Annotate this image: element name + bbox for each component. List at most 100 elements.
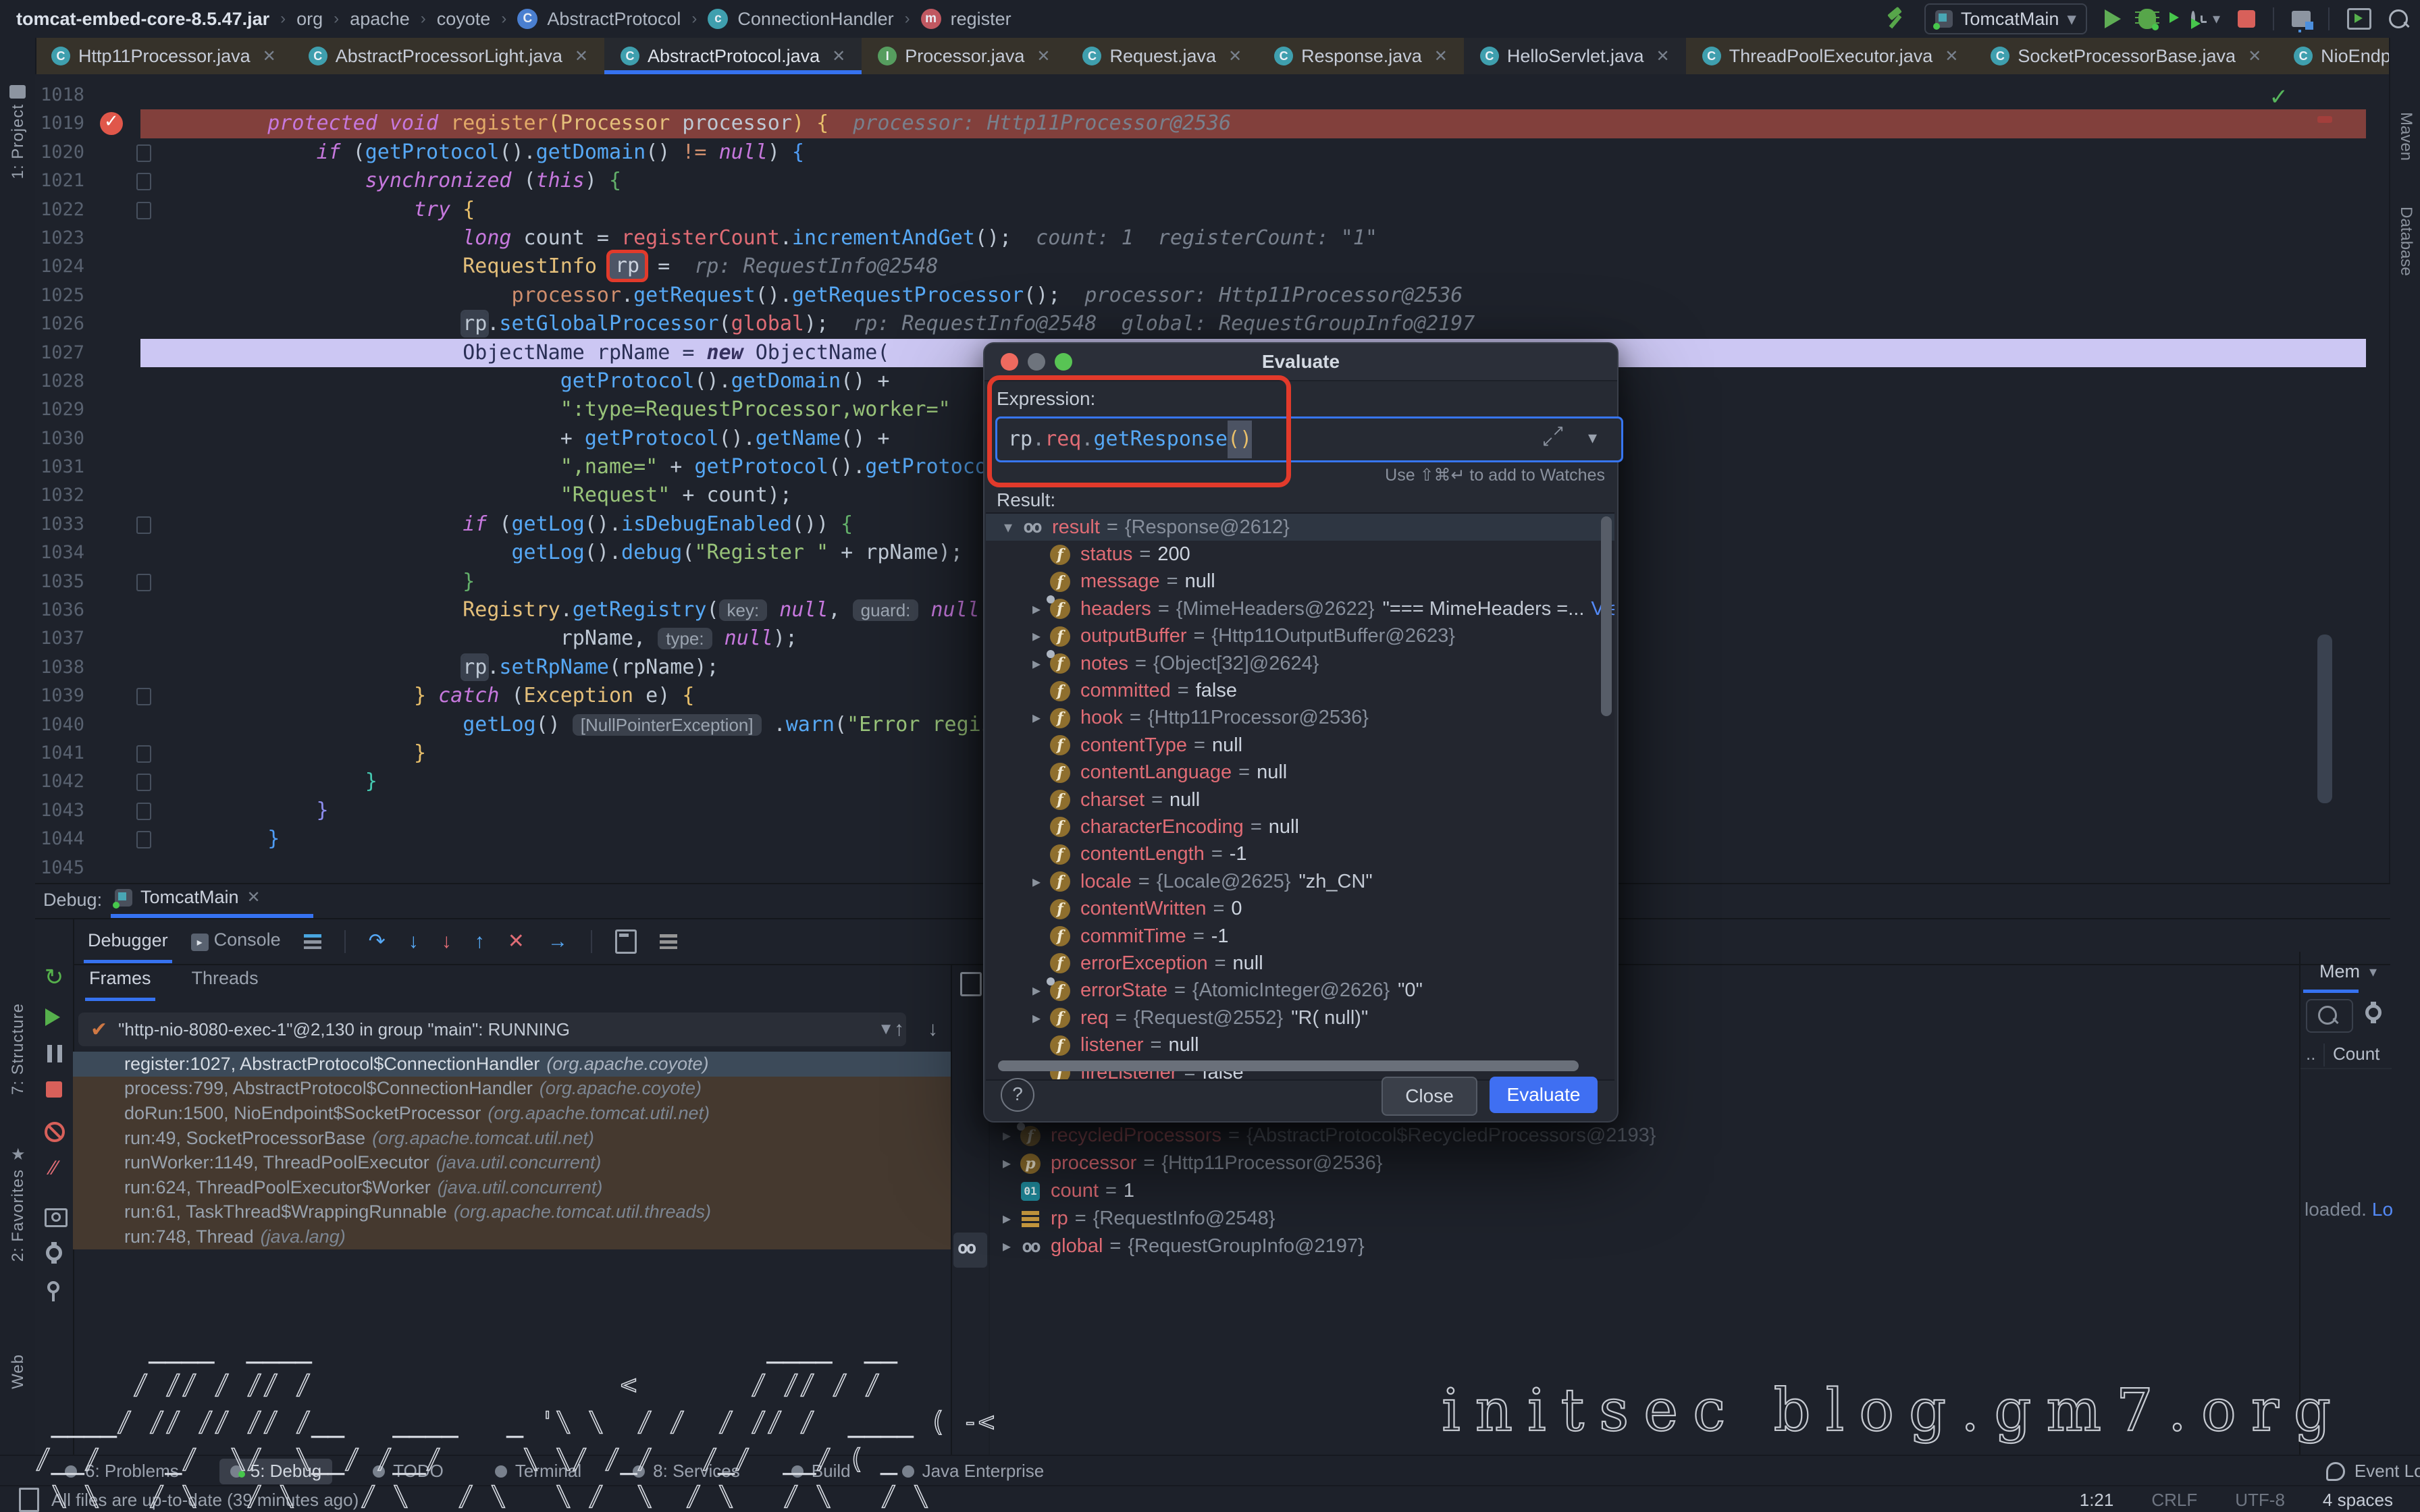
thread-selector[interactable]: ✔ "http-nio-8080-exec-1"@2,130 in group …: [78, 1013, 906, 1046]
line-number[interactable]: 1028: [41, 367, 108, 396]
expand-chevron-icon[interactable]: ▸: [1024, 1008, 1049, 1028]
tab-http11processor-java[interactable]: CHttp11Processor.java✕: [35, 38, 292, 74]
tree-row-outputBuffer[interactable]: ▸outputBuffer={Http11OutputBuffer@2623}: [986, 623, 1614, 650]
code-line-1019[interactable]: 1019 protected void register(Processor p…: [35, 109, 2366, 138]
line-number[interactable]: 1021: [41, 167, 108, 195]
line-number[interactable]: 1024: [41, 252, 108, 281]
layout-settings-icon[interactable]: [304, 934, 321, 949]
line-number[interactable]: 1042: [41, 767, 108, 796]
tab-abstractprotocol-java[interactable]: CAbstractProtocol.java✕: [604, 38, 862, 74]
line-number[interactable]: 1032: [41, 481, 108, 510]
line-number[interactable]: 1035: [41, 568, 108, 596]
tree-row-status[interactable]: status=200: [986, 541, 1614, 568]
sidebar-item-project[interactable]: 1: Project: [9, 104, 28, 179]
line-number[interactable]: 1020: [41, 138, 108, 167]
mute-breakpoints-icon[interactable]: [45, 1122, 65, 1142]
column-count[interactable]: Count: [2333, 1044, 2379, 1064]
close-icon[interactable]: ✕: [2248, 47, 2261, 66]
step-out-icon[interactable]: ↑: [475, 932, 485, 952]
breadcrumb-item[interactable]: ConnectionHandler: [737, 9, 893, 30]
watches-toggle-icon[interactable]: oo: [957, 1238, 974, 1258]
profiler-dropdown-icon[interactable]: ▾: [2213, 10, 2220, 28]
tree-row-listener[interactable]: listener=null: [986, 1031, 1614, 1058]
debug-settings-gear-icon[interactable]: [46, 1245, 62, 1261]
project-structure-icon[interactable]: [2292, 11, 2311, 27]
tree-row-contentType[interactable]: contentType=null: [986, 732, 1614, 759]
breadcrumb-item[interactable]: org: [296, 9, 323, 30]
stack-frame-row[interactable]: register:1027, AbstractProtocol$Connecti…: [73, 1052, 951, 1077]
tree-row-contentLength[interactable]: contentLength=-1: [986, 841, 1614, 868]
stack-frame-row[interactable]: run:49, SocketProcessorBase(org.apache.t…: [73, 1126, 951, 1151]
expand-chevron-icon[interactable]: ▸: [1024, 654, 1049, 674]
code-line-1026[interactable]: 1026 rp.setGlobalProcessor(global); rp: …: [35, 310, 2366, 338]
stack-frame-row[interactable]: run:624, ThreadPoolExecutor$Worker(java.…: [73, 1175, 951, 1200]
code-line-1022[interactable]: 1022 try {: [35, 196, 2366, 224]
evaluate-expression-icon[interactable]: [615, 929, 637, 954]
stop-button[interactable]: [2238, 10, 2255, 28]
line-number[interactable]: 1019: [41, 109, 108, 138]
chevron-down-icon[interactable]: ▼: [878, 1020, 894, 1039]
tree-row-count[interactable]: count=1: [994, 1177, 2304, 1205]
toolwindow-button-java-enterprise[interactable]: Java Enterprise: [891, 1459, 1055, 1484]
tab-request-java[interactable]: CRequest.java✕: [1066, 38, 1258, 74]
tab-debugger[interactable]: Debugger: [88, 930, 168, 954]
tree-row-global[interactable]: ▸ooglobal={RequestGroupInfo@2197}: [994, 1233, 2304, 1260]
breadcrumb-item[interactable]: apache: [350, 9, 410, 30]
tree-row-locale[interactable]: ▸locale={Locale@2625}"zh_CN": [986, 868, 1614, 895]
step-into-icon[interactable]: ↓: [409, 932, 419, 952]
status-widget-crlf[interactable]: CRLF: [2151, 1490, 2197, 1511]
dialog-title-bar[interactable]: Evaluate: [984, 344, 1617, 381]
run-button[interactable]: [2105, 9, 2121, 28]
line-number[interactable]: 1037: [41, 624, 108, 653]
line-number[interactable]: 1025: [41, 281, 108, 310]
line-number[interactable]: 1031: [41, 453, 108, 481]
close-icon[interactable]: ✕: [263, 47, 276, 66]
force-step-into-icon[interactable]: ↓: [442, 932, 452, 952]
tab-socketprocessorbase-java[interactable]: CSocketProcessorBase.java✕: [1974, 38, 2278, 74]
tree-horizontal-scrollbar[interactable]: [998, 1060, 1579, 1071]
rp-annotated-token[interactable]: rp: [606, 250, 648, 282]
evaluate-button[interactable]: Evaluate: [1490, 1077, 1598, 1113]
expand-chevron-icon[interactable]: ▸: [994, 1126, 1020, 1145]
code-line-1025[interactable]: 1025 processor.getRequest().getRequestPr…: [35, 281, 2366, 310]
expand-chevron-icon[interactable]: ▸: [994, 1237, 1020, 1256]
code-line-1024[interactable]: 1024 RequestInfo rp = rp: RequestInfo@25…: [35, 252, 2366, 281]
run-anything-icon[interactable]: [2347, 8, 2371, 30]
tab-frames[interactable]: Frames: [89, 968, 151, 992]
tree-row-req[interactable]: ▸req={Request@2552}"R( null)": [986, 1004, 1614, 1031]
close-icon[interactable]: ✕: [1434, 47, 1448, 66]
tab-threadpoolexecutor-java[interactable]: CThreadPoolExecutor.java✕: [1686, 38, 1975, 74]
sidebar-item-favorites[interactable]: 2: Favorites: [9, 1169, 28, 1262]
line-number[interactable]: 1033: [41, 510, 108, 539]
toolwindow-button-terminal[interactable]: Terminal: [484, 1459, 592, 1484]
expand-chevron-icon[interactable]: ▾: [995, 518, 1021, 537]
line-number[interactable]: 1029: [41, 396, 108, 424]
breadcrumb-item[interactable]: register: [951, 9, 1011, 30]
sidebar-item-maven[interactable]: Maven: [2396, 112, 2415, 161]
more-options-icon[interactable]: [660, 934, 677, 949]
tab-processor-java[interactable]: IProcessor.java✕: [862, 38, 1066, 74]
expand-chevron-icon[interactable]: ▸: [1024, 626, 1049, 646]
expand-chevron-icon[interactable]: ▸: [1024, 981, 1049, 1000]
sidebar-item-web[interactable]: Web: [9, 1354, 28, 1389]
tree-row-characterEncoding[interactable]: characterEncoding=null: [986, 813, 1614, 840]
code-line-1018[interactable]: 1018: [35, 81, 2366, 109]
line-number[interactable]: 1026: [41, 310, 108, 338]
rerun-icon[interactable]: ↻: [35, 964, 73, 991]
tree-row-headers[interactable]: ▸headers={MimeHeaders@2622}"=== MimeHead…: [986, 595, 1614, 622]
view-breakpoints-icon[interactable]: ∕∕: [35, 1157, 73, 1180]
event-log-button[interactable]: Event Log: [2326, 1461, 2420, 1482]
line-number[interactable]: 1027: [41, 339, 108, 367]
toolwindow-button-build[interactable]: Build: [781, 1459, 862, 1484]
load-link[interactable]: Lo: [2372, 1199, 2393, 1220]
tree-row-errorState[interactable]: ▸errorState={AtomicInteger@2626}"0": [986, 977, 1614, 1004]
line-number[interactable]: 1041: [41, 739, 108, 767]
tab-console[interactable]: ▸Console: [191, 929, 281, 954]
minimize-traffic-light[interactable]: [1028, 353, 1045, 371]
code-line-1020[interactable]: 1020 if (getProtocol().getDomain() != nu…: [35, 138, 2366, 167]
tree-row-committed[interactable]: committed=false: [986, 677, 1614, 704]
memory-search-box[interactable]: [2306, 999, 2353, 1033]
tree-row-recycledProcessors[interactable]: ▸recycledProcessors={AbstractProtocol$Re…: [994, 1122, 2304, 1150]
close-icon[interactable]: ✕: [832, 47, 845, 66]
profiler-button[interactable]: [2191, 13, 2195, 25]
